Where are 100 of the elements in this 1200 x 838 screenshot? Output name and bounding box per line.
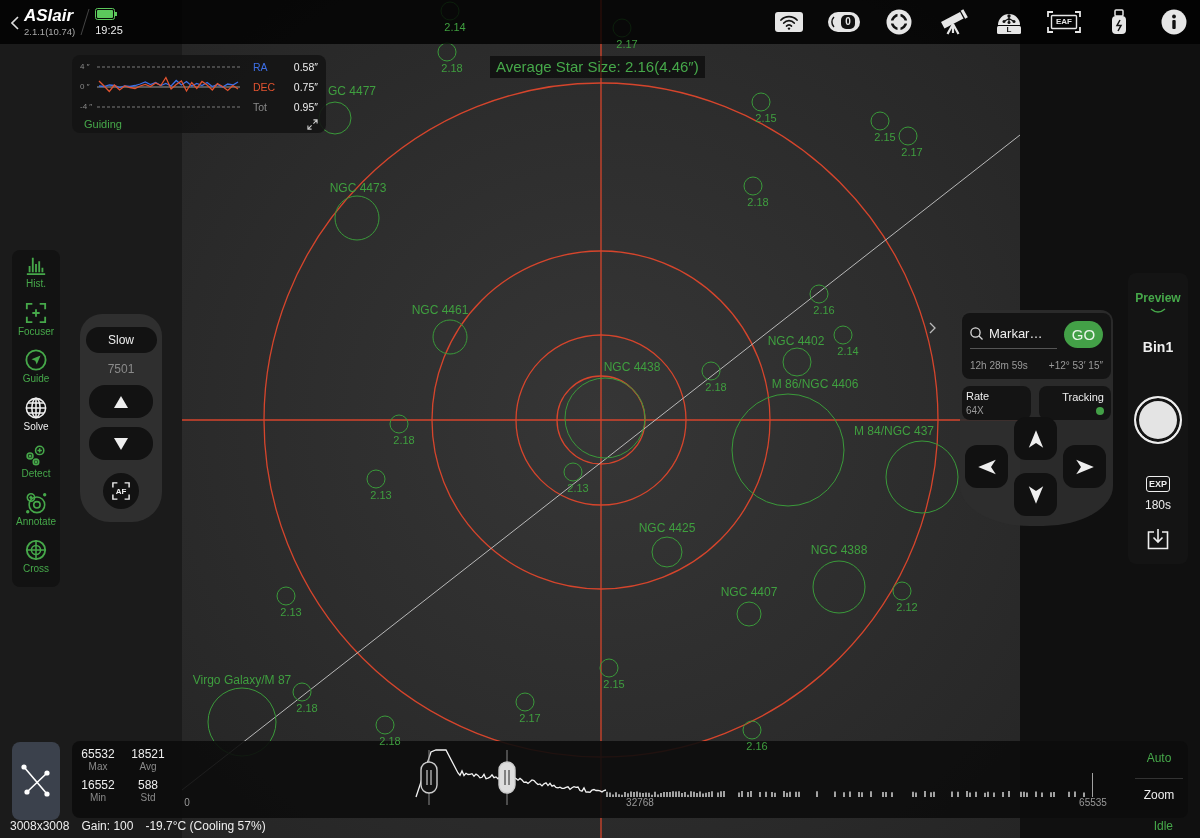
info-icon[interactable] xyxy=(1161,9,1187,35)
app-logo: ASIair xyxy=(24,6,74,25)
arrowhead-left-icon[interactable] xyxy=(976,458,997,475)
star-size-label: 2.13 xyxy=(280,606,302,618)
star-size-label: 2.13 xyxy=(370,489,392,501)
exposure-badge[interactable]: EXP xyxy=(1146,476,1170,492)
star-size-label: 2.15 xyxy=(874,131,896,143)
star-size-label: 2.18 xyxy=(747,196,769,208)
clock-time: 19:25 xyxy=(95,24,123,36)
search-field[interactable]: Markar… xyxy=(970,319,1057,349)
annotation-circle xyxy=(701,361,721,381)
stat-value: 588 xyxy=(138,779,158,792)
star-size-label: 2.17 xyxy=(901,146,923,158)
histogram-option-button[interactable]: Zoom xyxy=(1143,787,1175,803)
object-label: NGC 4402 xyxy=(767,335,825,347)
dome-button[interactable]: L xyxy=(987,0,1031,44)
annotation-circle xyxy=(515,692,535,712)
step-up-button[interactable] xyxy=(89,385,153,418)
move-down-button[interactable] xyxy=(1014,473,1057,516)
autofocus-button[interactable]: AF xyxy=(103,473,139,509)
star-size-label: 2.17 xyxy=(616,38,638,50)
sidebar-tool-button[interactable]: Focuser xyxy=(12,301,60,350)
star-size-label: 2.15 xyxy=(603,678,625,690)
download-icon[interactable] xyxy=(1147,528,1169,550)
arrowhead-up-icon[interactable] xyxy=(1027,428,1044,449)
shutter-button[interactable] xyxy=(1134,396,1182,444)
annotation-circle xyxy=(563,462,583,482)
wheel-icon[interactable] xyxy=(828,11,860,33)
bracket-frame-icon[interactable] xyxy=(1047,11,1081,33)
object-label: NGC 4438 xyxy=(603,361,661,373)
series-label: DEC xyxy=(253,81,276,93)
focus-frame-icon[interactable] xyxy=(25,301,47,324)
annotation-circle xyxy=(292,682,312,702)
series-label: Tot xyxy=(253,101,267,113)
sidebar-tool-button[interactable]: Solve xyxy=(12,396,60,445)
star-circles-icon[interactable] xyxy=(25,444,47,467)
exposure-value: 180s xyxy=(1145,498,1171,512)
focuser-position: 7501 xyxy=(107,362,135,376)
wifi-icon[interactable] xyxy=(774,11,804,33)
stat-value: 16552 xyxy=(81,779,115,792)
arrowhead-right-icon[interactable] xyxy=(1074,458,1095,475)
globe-icon[interactable] xyxy=(25,396,47,419)
reading-value: 0.75″ xyxy=(293,81,318,93)
stat-label: Avg xyxy=(139,761,157,773)
star-size-label: 2.18 xyxy=(379,735,401,747)
arrow-circle-icon[interactable] xyxy=(25,349,47,372)
crosshair-icon[interactable] xyxy=(886,9,912,35)
orbit-icon[interactable] xyxy=(25,491,47,514)
sidebar-tool-button[interactable]: Guide xyxy=(12,349,60,397)
move-right-button[interactable] xyxy=(1063,445,1106,488)
stretch-handle[interactable] xyxy=(419,750,438,805)
annotation-circle xyxy=(437,42,457,62)
move-left-button[interactable] xyxy=(965,445,1008,488)
annotation-circle xyxy=(892,581,912,601)
star-size-label: 2.18 xyxy=(441,62,463,74)
battery-icon xyxy=(95,8,118,20)
mode-selector[interactable]: Preview xyxy=(1135,291,1181,314)
star-size-label: 2.18 xyxy=(705,381,727,393)
axis-tick-label: -4 ″ xyxy=(80,102,93,112)
telescope-icon[interactable] xyxy=(939,9,969,35)
histogram-option-button[interactable]: Auto xyxy=(1146,750,1172,766)
guiding-title: Guiding xyxy=(84,117,122,131)
crosshair-icon[interactable] xyxy=(25,539,47,562)
speed-button[interactable]: Slow xyxy=(85,327,157,353)
stat-value: 65532 xyxy=(81,748,115,761)
sidebar-tool-button[interactable]: Annotate xyxy=(12,491,60,540)
tile-button[interactable] xyxy=(12,742,60,820)
ra-coordinate: 12h 28m 59s xyxy=(970,360,1028,372)
sidebar-tool-button[interactable]: Hist. xyxy=(12,254,60,302)
back-icon[interactable] xyxy=(11,16,19,30)
annotation-circle xyxy=(898,126,918,146)
triangle-down-icon[interactable] xyxy=(114,437,128,450)
expand-icon[interactable] xyxy=(307,118,318,130)
bracket-frame-icon[interactable] xyxy=(112,482,130,500)
axis-tick-label: 65535 xyxy=(1079,797,1107,809)
triangle-up-icon[interactable] xyxy=(114,395,128,408)
object-label: NGC 4407 xyxy=(720,586,778,598)
annotation-circle xyxy=(651,536,683,568)
star-size-label: 2.15 xyxy=(755,112,777,124)
step-down-button[interactable] xyxy=(89,427,153,460)
filter-wheel-button[interactable]: 0 xyxy=(822,0,866,44)
stretch-handle[interactable] xyxy=(497,750,516,805)
chevron-icon[interactable] xyxy=(929,322,936,334)
chevron-down-icon[interactable] xyxy=(1150,308,1166,314)
move-up-button[interactable] xyxy=(1014,417,1057,460)
stat-label: Min xyxy=(89,792,107,804)
object-label: NGC 4388 xyxy=(810,544,868,556)
object-label: M 86/NGC 4406 xyxy=(771,378,859,390)
arrowhead-down-icon[interactable] xyxy=(1027,484,1044,505)
usb-drive-icon[interactable] xyxy=(1110,9,1128,35)
sidebar-tool-button[interactable]: Detect xyxy=(12,444,60,492)
rate-button[interactable]: Rate 64X xyxy=(962,386,1031,420)
eaf-button[interactable]: EAF xyxy=(1042,0,1086,44)
sidebar-tool-button[interactable]: Cross xyxy=(12,539,60,588)
resolution-text: 3008x3008 xyxy=(10,819,70,833)
search-icon xyxy=(970,327,983,340)
binning-button[interactable]: Bin1 xyxy=(1142,339,1174,355)
tracking-toggle[interactable]: Tracking xyxy=(1039,386,1111,420)
axis-tick-label: 0 xyxy=(184,797,190,809)
crossed-nodes-icon[interactable] xyxy=(20,762,52,800)
